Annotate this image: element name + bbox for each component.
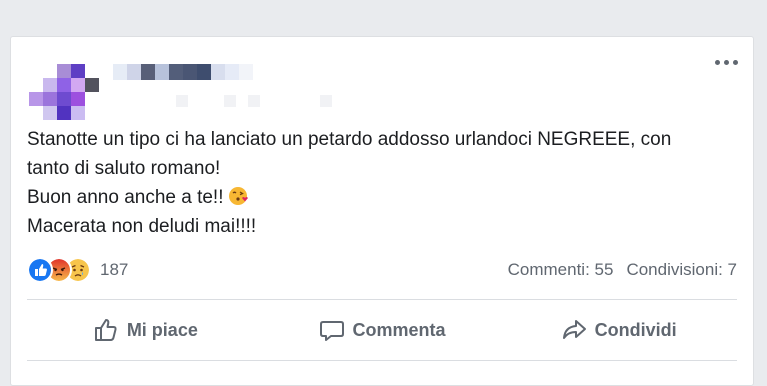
like-button[interactable]: Mi piace <box>27 300 264 360</box>
comment-button[interactable]: Commenta <box>264 300 501 360</box>
share-button[interactable]: Condividi <box>500 300 737 360</box>
reactions-summary[interactable]: 187 <box>27 257 129 283</box>
face-blowing-kiss-icon <box>228 187 248 205</box>
post-card: Stanotte un tipo ci ha lanciato un petar… <box>10 36 754 386</box>
comment-label: Commenta <box>352 319 446 340</box>
post-line: tanto di saluto romano! <box>27 158 221 179</box>
reaction-count: 187 <box>100 260 129 279</box>
post-timestamp[interactable] <box>176 95 336 107</box>
comment-bubble-icon <box>319 321 344 341</box>
post-line: Macerata non deludi mai!!!! <box>27 216 257 237</box>
avatar[interactable] <box>29 64 99 120</box>
share-label: Condividi <box>594 319 677 340</box>
shares-count-link[interactable]: Condivisioni: 7 <box>626 260 737 280</box>
thumbs-up-icon <box>94 319 117 341</box>
comments-count-link[interactable]: Commenti: 55 <box>508 260 614 280</box>
post-body: Stanotte un tipo ci ha lanciato un petar… <box>27 125 742 241</box>
post-stats: Commenti: 55 Condivisioni: 7 <box>508 260 737 280</box>
author-name[interactable] <box>113 64 253 80</box>
like-label: Mi piace <box>126 319 198 340</box>
share-arrow-icon <box>562 320 586 339</box>
post-line: Stanotte un tipo ci ha lanciato un petar… <box>27 129 672 150</box>
divider <box>27 360 737 361</box>
post-line-text: Buon anno anche a te!! <box>27 187 224 208</box>
post-line: Buon anno anche a te!! <box>27 183 742 212</box>
action-bar: Mi piace Commenta Condividi <box>27 300 737 360</box>
more-options-icon[interactable] <box>715 57 739 67</box>
like-icon <box>27 257 53 283</box>
